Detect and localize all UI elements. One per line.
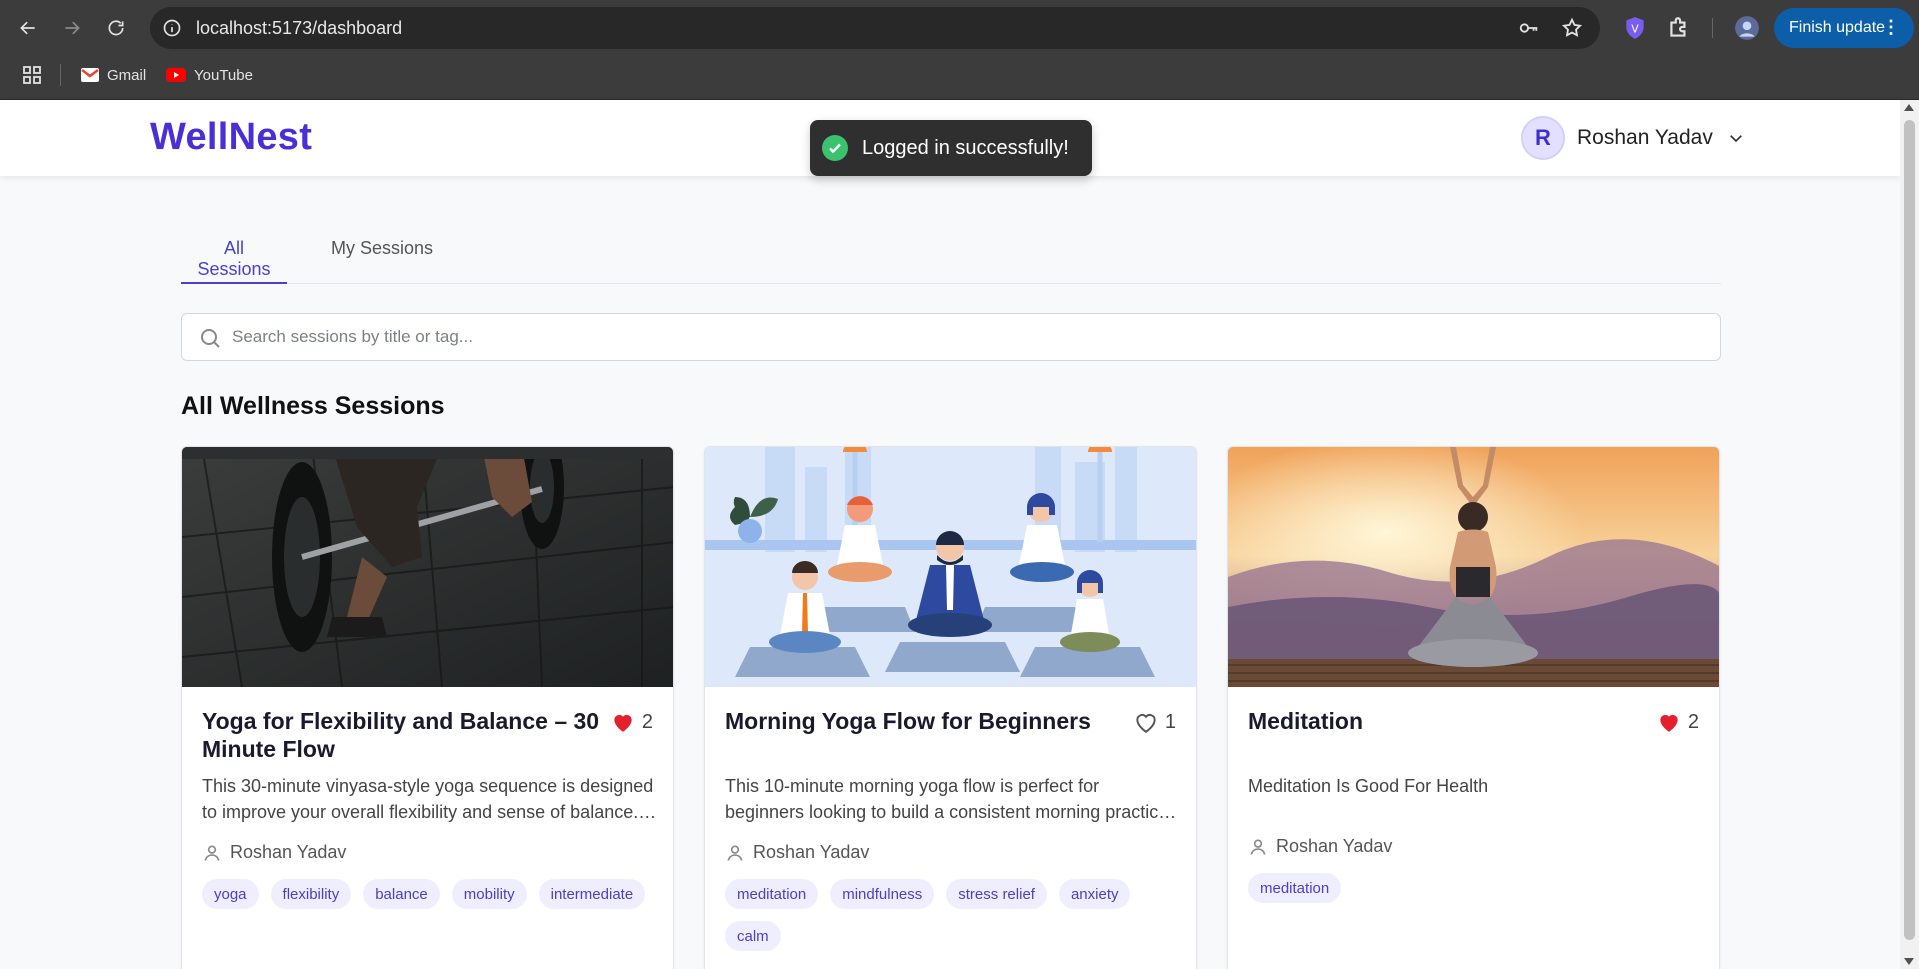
more-options-icon: ⋮: [1882, 17, 1900, 37]
url-text: localhost:5173/dashboard: [196, 18, 403, 38]
check-circle-icon: [822, 135, 848, 161]
tag-list: meditation: [1248, 873, 1708, 903]
user-menu[interactable]: R Roshan Yadav: [1521, 116, 1745, 160]
finish-update-label: Finish update: [1789, 19, 1886, 36]
like-button[interactable]: 2: [610, 709, 653, 735]
finish-update-button[interactable]: Finish update ⋮: [1774, 8, 1914, 48]
bookmark-gmail[interactable]: Gmail: [81, 64, 146, 86]
like-count: 2: [641, 710, 653, 733]
user-icon: [1250, 839, 1266, 855]
search-icon: [201, 329, 220, 348]
tab-all-sessions[interactable]: All Sessions: [181, 238, 287, 284]
tag-list: yoga flexibility balance mobility interm…: [202, 879, 662, 909]
apps-grid-icon[interactable]: [22, 65, 42, 85]
tag[interactable]: mindfulness: [830, 879, 935, 909]
bookmarks-divider: [60, 64, 61, 86]
avatar: R: [1521, 116, 1565, 160]
heart-outline-icon: [1136, 714, 1156, 733]
scroll-down-arrow[interactable]: [1904, 958, 1914, 965]
bookmark-label: Gmail: [107, 66, 147, 84]
tag[interactable]: flexibility: [270, 879, 352, 909]
reload-button[interactable]: [102, 14, 130, 42]
like-count: 2: [1687, 710, 1699, 733]
session-author: Roshan Yadav: [202, 842, 346, 863]
extensions-puzzle-icon[interactable]: [1666, 15, 1692, 41]
tag[interactable]: stress relief: [946, 879, 1047, 909]
session-description: This 10-minute morning yoga flow is perf…: [725, 776, 1174, 822]
success-toast: Logged in successfully!: [810, 120, 1092, 176]
page-scrollbar[interactable]: [1900, 100, 1919, 969]
bookmark-label: YouTube: [194, 66, 253, 84]
site-info-icon[interactable]: [162, 18, 182, 38]
bookmark-star-icon[interactable]: [1561, 17, 1583, 39]
session-tabs: All Sessions My Sessions: [181, 228, 1721, 284]
tag[interactable]: calm: [725, 921, 781, 951]
tag[interactable]: mobility: [451, 879, 527, 909]
tag[interactable]: yoga: [202, 879, 259, 909]
forward-button[interactable]: [58, 14, 86, 42]
search-box: [181, 313, 1721, 361]
tag-list: meditation mindfulness stress relief anx…: [725, 879, 1185, 951]
session-image-weightlifting: [182, 447, 673, 687]
user-icon: [204, 845, 220, 861]
bookmark-youtube[interactable]: YouTube: [166, 64, 253, 86]
tag[interactable]: meditation: [1248, 873, 1342, 903]
chevron-down-icon: [1729, 135, 1742, 143]
youtube-icon: [166, 68, 186, 82]
like-count: 1: [1164, 710, 1176, 733]
back-button[interactable]: [14, 14, 42, 42]
scroll-up-arrow[interactable]: [1904, 104, 1914, 111]
tag[interactable]: meditation: [725, 879, 819, 909]
author-name: Roshan Yadav: [230, 842, 347, 862]
session-author: Roshan Yadav: [725, 842, 869, 863]
tab-my-sessions[interactable]: My Sessions: [326, 238, 438, 284]
tab-label: My Sessions: [331, 238, 434, 258]
section-title: All Wellness Sessions: [181, 392, 445, 420]
session-author: Roshan Yadav: [1248, 836, 1392, 857]
toast-message: Logged in successfully!: [862, 136, 1069, 159]
key-icon[interactable]: [1518, 17, 1540, 39]
session-description: This 30-minute vinyasa-style yoga sequen…: [202, 776, 654, 822]
like-button[interactable]: 1: [1133, 709, 1176, 735]
arrow-right-icon: [65, 21, 80, 35]
svg-text:V: V: [1631, 22, 1639, 35]
address-bar[interactable]: localhost:5173/dashboard: [150, 7, 1600, 49]
user-name: Roshan Yadav: [1577, 126, 1713, 149]
reload-icon: [108, 20, 124, 36]
heart-filled-icon: [1660, 714, 1678, 732]
session-description: Meditation Is Good For Health: [1248, 776, 1489, 796]
author-name: Roshan Yadav: [753, 842, 870, 862]
gmail-icon: [81, 68, 99, 82]
session-image-group-yoga: [705, 447, 1196, 687]
session-image-meditation: [1228, 447, 1719, 687]
scrollbar-thumb[interactable]: [1904, 120, 1915, 940]
search-input[interactable]: [232, 322, 1702, 352]
author-name: Roshan Yadav: [1276, 836, 1393, 856]
session-title[interactable]: Meditation: [1248, 707, 1648, 735]
arrow-left-icon: [20, 21, 35, 35]
toolbar-divider: [1712, 18, 1713, 38]
user-icon: [727, 845, 743, 861]
tag[interactable]: intermediate: [538, 879, 646, 909]
session-title[interactable]: Yoga for Flexibility and Balance – 30 Mi…: [202, 707, 602, 763]
tag[interactable]: balance: [363, 879, 440, 909]
like-button[interactable]: 2: [1656, 709, 1699, 735]
tag[interactable]: anxiety: [1058, 879, 1131, 909]
logo[interactable]: WellNest: [150, 116, 312, 159]
heart-filled-icon: [614, 714, 632, 732]
tab-label: All Sessions: [197, 238, 271, 279]
session-title[interactable]: Morning Yoga Flow for Beginners: [725, 707, 1125, 735]
session-card[interactable]: Meditation 2 Meditation Is Good For Heal…: [1227, 446, 1720, 969]
bookmarks-bar: [0, 56, 1919, 100]
profile-avatar-icon[interactable]: [1734, 15, 1760, 41]
extension-shield-icon[interactable]: V: [1622, 15, 1648, 41]
session-card[interactable]: Yoga for Flexibility and Balance – 30 Mi…: [181, 446, 674, 969]
session-card[interactable]: Morning Yoga Flow for Beginners 1 This 1…: [704, 446, 1197, 969]
